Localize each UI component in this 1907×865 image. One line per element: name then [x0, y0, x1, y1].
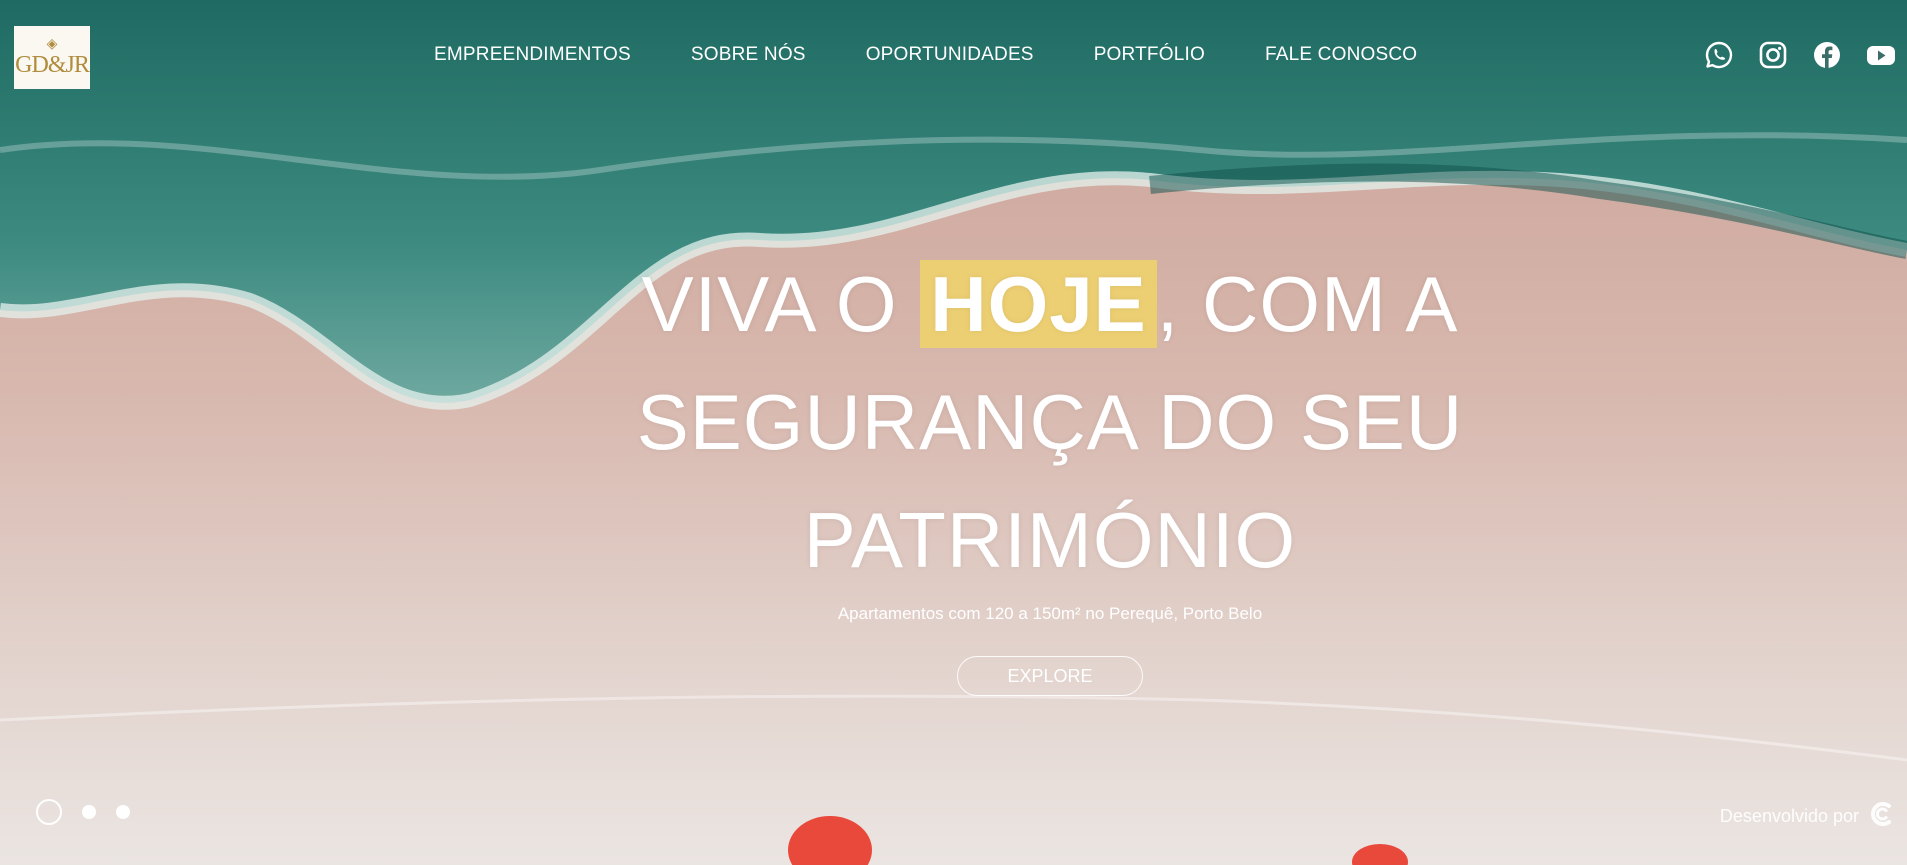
facebook-icon[interactable]: [1811, 39, 1843, 71]
headline-highlight: HOJE: [920, 260, 1157, 348]
instagram-icon[interactable]: [1757, 39, 1789, 71]
hero-subtitle: Apartamentos com 120 a 150m² no Perequê,…: [837, 604, 1263, 623]
carousel-dot-2[interactable]: [82, 805, 96, 819]
headline-prefix: VIVA O: [641, 260, 921, 348]
top-navigation-bar: ◈ GD&JR EMPREENDIMENTOS SOBRE NÓS OPORTU…: [0, 0, 1907, 115]
developer-logo-icon: [1869, 800, 1895, 833]
brand-logo[interactable]: ◈ GD&JR: [14, 26, 90, 89]
headline-line-1: VIVA O HOJE, COM A: [560, 245, 1540, 363]
logo-text: GD&JR: [15, 51, 90, 78]
carousel-dot-1[interactable]: [36, 799, 62, 825]
carousel-indicators: [36, 799, 130, 825]
nav-item-fale-conosco[interactable]: FALE CONOSCO: [1265, 44, 1417, 66]
whatsapp-icon[interactable]: [1703, 39, 1735, 71]
main-nav: EMPREENDIMENTOS SOBRE NÓS OPORTUNIDADES …: [434, 44, 1477, 66]
logo-mark-icon: ◈: [46, 36, 58, 52]
nav-item-sobre-nos[interactable]: SOBRE NÓS: [691, 44, 806, 66]
carousel-dot-3[interactable]: [116, 805, 130, 819]
headline-line-3: PATRIMÓNIO: [803, 496, 1297, 584]
social-links: [1703, 39, 1897, 71]
explore-button[interactable]: EXPLORE: [957, 656, 1143, 696]
nav-item-empreendimentos[interactable]: EMPREENDIMENTOS: [434, 44, 631, 66]
hero-headline: VIVA O HOJE, COM A SEGURANÇA DO SEU PATR…: [560, 245, 1540, 599]
nav-item-oportunidades[interactable]: OPORTUNIDADES: [866, 44, 1034, 66]
nav-item-portfolio[interactable]: PORTFÓLIO: [1094, 44, 1205, 66]
headline-line-2: SEGURANÇA DO SEU: [636, 378, 1464, 466]
headline-suffix: , COM A: [1156, 260, 1459, 348]
youtube-icon[interactable]: [1865, 39, 1897, 71]
developer-credit[interactable]: Desenvolvido por: [1720, 800, 1895, 833]
credit-text: Desenvolvido por: [1719, 806, 1859, 826]
